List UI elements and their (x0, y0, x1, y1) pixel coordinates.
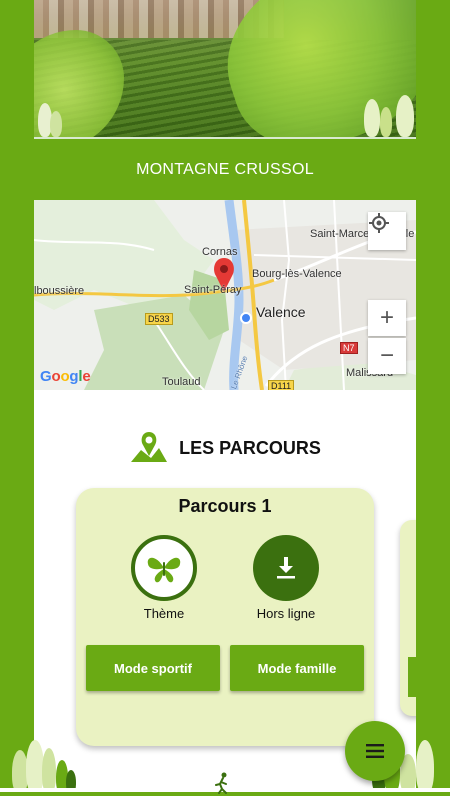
menu-fab-button[interactable] (345, 721, 405, 781)
road-n7: N7 (340, 342, 358, 354)
map-label-toulaud: Toulaud (162, 376, 201, 388)
bottom-trees-left (0, 738, 80, 794)
map-label-cornas: Cornas (202, 246, 238, 258)
road-d111: D111 (268, 380, 295, 390)
menu-icon (366, 744, 384, 758)
theme-button[interactable] (131, 535, 197, 601)
next-parcours-card[interactable] (400, 520, 416, 716)
map-label-valence: Valence (256, 304, 306, 320)
butterfly-icon (147, 557, 181, 583)
right-frame (416, 0, 450, 800)
zoom-out-button[interactable]: − (368, 338, 406, 374)
section-title: LES PARCOURS (179, 437, 321, 458)
parcours-card[interactable]: Parcours 1 Thème Hors ligne Mode sportif… (76, 488, 374, 746)
app-container: MONTAGNE CRUSSOL Cornas Saint-Péray Bour… (34, 0, 416, 800)
zoom-in-button[interactable]: + (368, 300, 406, 336)
theme-label: Thème (143, 606, 185, 621)
section-header: LES PARCOURS (34, 430, 416, 466)
download-icon (277, 557, 295, 579)
google-logo: Google (40, 368, 91, 385)
map-label-bourg-les-valence: Bourg-lès-Valence (252, 268, 342, 280)
hero-image (34, 0, 416, 137)
map-label-saint-peray: Saint-Péray (184, 284, 242, 296)
site-title: MONTAGNE CRUSSOL (136, 160, 314, 178)
map-label-alboussiere: lboussière (34, 285, 85, 297)
sport-mode-button[interactable]: Mode sportif (86, 645, 220, 691)
map-pin-icon (131, 432, 168, 462)
title-bar: MONTAGNE CRUSSOL (34, 137, 416, 200)
left-frame (0, 0, 34, 800)
offline-button[interactable] (253, 535, 319, 601)
parcours-title: Parcours 1 (178, 496, 272, 516)
my-location-button[interactable] (368, 212, 406, 250)
family-mode-button[interactable]: Mode famille (230, 645, 364, 691)
crosshair-icon (369, 213, 389, 233)
runner-icon (215, 772, 227, 794)
road-d533: D533 (145, 313, 173, 325)
offline-label: Hors ligne (256, 606, 316, 621)
map-view[interactable]: Cornas Saint-Péray Bourg-lès-Valence Val… (34, 200, 416, 390)
